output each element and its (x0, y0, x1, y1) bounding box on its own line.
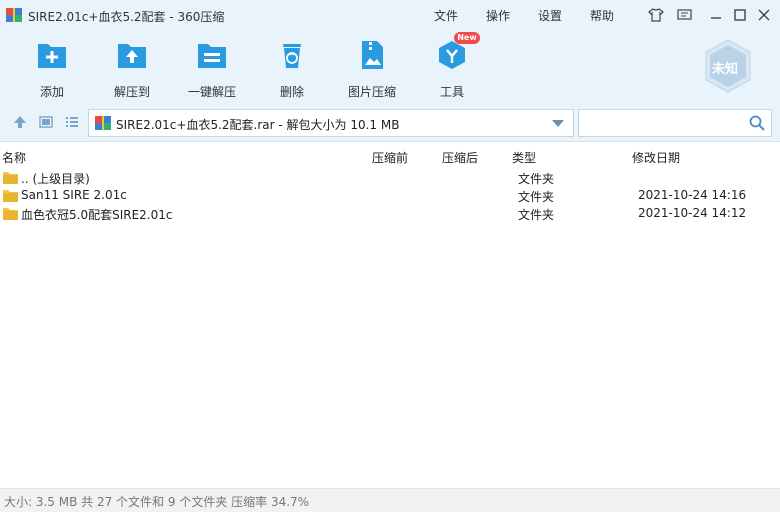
image-compress-icon (362, 41, 383, 69)
image-compress-button[interactable]: 图片压缩 (332, 38, 412, 99)
one-click-extract-label: 一键解压 (187, 85, 236, 99)
title-bar: SIRE2.01c+血衣5.2配套 - 360压缩 文件 操作 设置 帮助 (0, 0, 780, 32)
file-name: San11 SIRE 2.01c (21, 188, 127, 202)
minimize-icon (711, 17, 721, 19)
column-compressed-after[interactable]: 压缩后 (442, 149, 478, 166)
file-name: 血色衣冠5.0配套SIRE2.01c (21, 208, 173, 222)
maximize-icon (734, 9, 746, 21)
file-type: 文件夹 (518, 208, 555, 222)
archive-file-icon (95, 116, 111, 130)
list-item[interactable]: San11 SIRE 2.01c 文件夹 2021-10-24 14:16 (0, 187, 780, 205)
archive-app-icon (6, 8, 22, 22)
menu-operation[interactable]: 操作 (486, 7, 510, 24)
window-title: SIRE2.01c+血衣5.2配套 - 360压缩 (28, 10, 225, 24)
tools-button[interactable]: 工具 (412, 38, 492, 99)
file-date: 2021-10-24 14:12 (638, 206, 747, 220)
file-type: 文件夹 (518, 172, 555, 186)
address-row: SIRE2.01c+血衣5.2配套.rar - 解包大小为 10.1 MB (0, 102, 780, 142)
new-badge: New (454, 32, 480, 44)
maximize-button[interactable] (731, 6, 749, 24)
up-arrow-icon[interactable] (12, 114, 28, 130)
status-badge-label: 未知 (712, 62, 739, 77)
folder-icon (3, 208, 18, 220)
tools-label: 工具 (439, 85, 464, 99)
address-dropdown-icon[interactable] (552, 120, 564, 127)
delete-icon (283, 44, 301, 68)
skin-button[interactable] (647, 6, 665, 24)
close-icon (758, 9, 770, 21)
folder-icon (3, 190, 18, 202)
add-file-icon (38, 44, 66, 68)
column-compressed-before[interactable]: 压缩前 (372, 149, 408, 166)
message-icon (676, 8, 692, 20)
list-item[interactable]: .. (上级目录) 文件夹 (0, 169, 780, 187)
column-header: 名称 压缩前 压缩后 类型 修改日期 (0, 143, 780, 169)
add-button[interactable]: 添加 (12, 38, 92, 99)
search-icon[interactable] (749, 115, 765, 131)
file-type: 文件夹 (518, 190, 555, 204)
add-label: 添加 (39, 85, 64, 99)
tools-icon (439, 41, 465, 69)
menu-settings[interactable]: 设置 (538, 7, 562, 24)
minimize-button[interactable] (707, 6, 725, 24)
column-type[interactable]: 类型 (512, 149, 536, 166)
list-view-icon[interactable] (64, 114, 80, 130)
status-text: 大小: 3.5 MB 共 27 个文件和 9 个文件夹 压缩率 34.7% (4, 495, 310, 509)
extract-to-label: 解压到 (113, 85, 150, 99)
extract-to-icon (118, 44, 146, 68)
shirt-icon (648, 8, 664, 22)
list-item[interactable]: 血色衣冠5.0配套SIRE2.01c 文件夹 2021-10-24 14:12 (0, 205, 780, 223)
status-bar: 大小: 3.5 MB 共 27 个文件和 9 个文件夹 压缩率 34.7% (0, 488, 780, 512)
search-input[interactable] (578, 109, 772, 137)
extract-to-button[interactable]: 解压到 (92, 38, 172, 99)
column-name[interactable]: 名称 (2, 149, 26, 166)
image-compress-label: 图片压缩 (347, 85, 396, 99)
address-bar[interactable]: SIRE2.01c+血衣5.2配套.rar - 解包大小为 10.1 MB (88, 109, 574, 137)
close-button[interactable] (755, 6, 773, 24)
file-date: 2021-10-24 14:16 (638, 188, 747, 202)
column-modified-date[interactable]: 修改日期 (632, 149, 680, 166)
thumbnail-view-icon[interactable] (38, 114, 54, 130)
one-click-extract-button[interactable]: 一键解压 (172, 38, 252, 99)
toolbar: 添加 解压到 一键解压 删除 图片压缩 工具 New 未知 (0, 32, 780, 102)
one-click-extract-icon (198, 44, 226, 68)
address-path: SIRE2.01c+血衣5.2配套.rar - 解包大小为 10.1 MB (116, 118, 400, 132)
menu-help[interactable]: 帮助 (590, 7, 614, 24)
delete-button[interactable]: 删除 (252, 38, 332, 99)
menu-file[interactable]: 文件 (434, 7, 458, 24)
file-name: .. (上级目录) (21, 172, 90, 186)
delete-label: 删除 (279, 85, 304, 99)
file-list: .. (上级目录) 文件夹 San11 SIRE 2.01c 文件夹 2021-… (0, 169, 780, 487)
folder-icon (3, 172, 18, 184)
feedback-button[interactable] (675, 6, 693, 24)
